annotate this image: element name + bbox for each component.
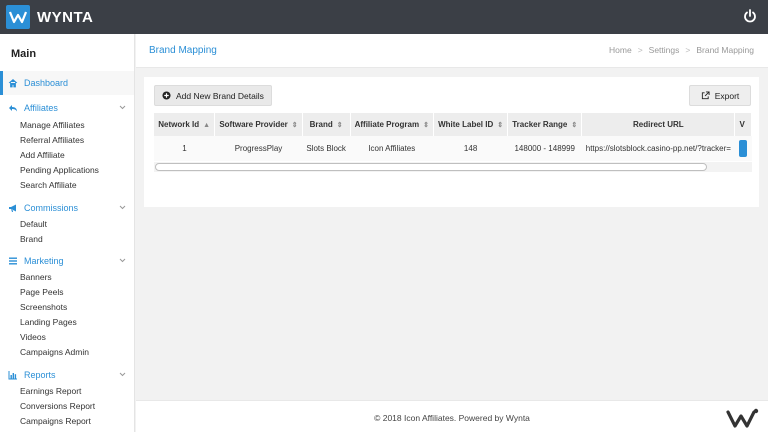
col-network-id[interactable]: Network Id ▲ xyxy=(154,113,216,136)
cell-affiliate-program: Icon Affiliates xyxy=(350,136,434,161)
section-label: Affiliates xyxy=(24,103,58,113)
sidebar: Main Dashboard Affiliates Manage Affilia… xyxy=(0,34,135,432)
column-label: Affiliate Program xyxy=(354,120,420,129)
add-brand-label: Add New Brand Details xyxy=(176,90,264,101)
sidebar-item-earnings-report[interactable]: Earnings Report xyxy=(20,385,81,397)
breadcrumb-home[interactable]: Home xyxy=(609,45,632,55)
brand-mapping-card: Add New Brand Details Export Network Id ▲… xyxy=(144,77,759,207)
column-label: Software Provider xyxy=(219,120,288,129)
row-action-button[interactable] xyxy=(738,140,747,157)
col-white-label-id[interactable]: White Label ID ⇕ xyxy=(433,113,509,136)
power-icon[interactable] xyxy=(742,8,758,24)
export-label: Export xyxy=(714,90,740,101)
section-label: Reports xyxy=(24,370,56,380)
col-affiliate-program[interactable]: Affiliate Program ⇕ xyxy=(350,113,434,136)
page-header: Brand Mapping Home > Settings > Brand Ma… xyxy=(136,34,768,68)
chevron-down-icon xyxy=(119,105,126,110)
add-brand-button[interactable]: Add New Brand Details xyxy=(154,85,272,106)
sort-icon: ⇕ xyxy=(291,122,298,129)
megaphone-icon xyxy=(9,204,16,212)
export-button[interactable]: Export xyxy=(689,85,751,106)
cell-network-id: 1 xyxy=(154,136,215,161)
sort-asc-icon: ▲ xyxy=(203,122,211,129)
sidebar-section-affiliates[interactable]: Affiliates xyxy=(8,101,130,115)
section-label: Marketing xyxy=(24,256,64,266)
sort-icon: ⇕ xyxy=(423,122,429,129)
sidebar-item-referral-affiliates[interactable]: Referral Affiliates xyxy=(20,134,84,146)
col-redirect-url[interactable]: Redirect URL xyxy=(581,113,736,136)
footer-text: © 2018 Icon Affiliates. Powered by Wynta xyxy=(374,413,530,423)
cell-action xyxy=(734,136,752,161)
cell-software-provider: ProgressPlay xyxy=(214,136,303,161)
sort-icon: ⇕ xyxy=(497,122,504,129)
sidebar-item-campaigns-report[interactable]: Campaigns Report xyxy=(20,415,91,427)
chevron-down-icon xyxy=(119,205,126,210)
top-bar: WYNTA xyxy=(0,0,768,34)
app-name: WYNTA xyxy=(37,8,94,26)
sidebar-item-manage-affiliates[interactable]: Manage Affiliates xyxy=(20,119,85,131)
wynta-logo-icon xyxy=(6,5,30,29)
sort-icon: ⇕ xyxy=(571,122,578,129)
sidebar-title: Main xyxy=(11,48,37,60)
sidebar-section-reports[interactable]: Reports xyxy=(8,368,130,382)
brand-table: Network Id ▲ Software Provider ⇕ Brand ⇕ Af… xyxy=(154,113,752,161)
sidebar-item-landing-pages[interactable]: Landing Pages xyxy=(20,316,77,328)
brand[interactable]: WYNTA xyxy=(6,5,93,29)
sidebar-section-marketing[interactable]: Marketing xyxy=(8,254,130,268)
column-label: V xyxy=(739,120,745,129)
chevron-down-icon xyxy=(119,258,126,263)
col-software-provider[interactable]: Software Provider ⇕ xyxy=(214,113,303,136)
home-icon xyxy=(8,78,18,88)
cell-brand: Slots Block xyxy=(302,136,351,161)
sidebar-item-add-affiliate[interactable]: Add Affiliate xyxy=(20,149,65,161)
breadcrumb: Home > Settings > Brand Mapping xyxy=(609,45,754,55)
sidebar-item-conversions-report[interactable]: Conversions Report xyxy=(20,400,95,412)
table-scrollbar[interactable] xyxy=(154,162,752,172)
list-icon xyxy=(9,257,17,265)
column-label: Redirect URL xyxy=(633,120,684,129)
sidebar-item-search-affiliate[interactable]: Search Affiliate xyxy=(20,179,77,191)
sidebar-item-campaigns-admin[interactable]: Campaigns Admin xyxy=(20,346,89,358)
section-label: Commissions xyxy=(24,203,79,213)
column-label: Brand xyxy=(309,120,333,129)
external-link-icon xyxy=(701,91,710,100)
col-brand[interactable]: Brand ⇕ xyxy=(302,113,351,136)
breadcrumb-settings[interactable]: Settings xyxy=(649,45,680,55)
wynta-footer-logo-icon xyxy=(726,408,759,428)
sidebar-item-videos[interactable]: Videos xyxy=(20,331,46,343)
chevron-down-icon xyxy=(119,372,126,377)
col-v[interactable]: V xyxy=(734,113,752,136)
column-label: White Label ID xyxy=(438,120,494,129)
cell-redirect-url: https://slotsblock.casino-pp.net/?tracke… xyxy=(581,136,735,161)
sidebar-item-screenshots[interactable]: Screenshots xyxy=(20,301,67,313)
cell-tracker-range: 148000 - 148999 xyxy=(507,136,582,161)
sidebar-section-commissions[interactable]: Commissions xyxy=(8,201,130,215)
sidebar-item-brand[interactable]: Brand xyxy=(20,233,43,245)
sidebar-item-pending-applications[interactable]: Pending Applications xyxy=(20,164,99,176)
breadcrumb-separator-icon: > xyxy=(637,45,643,55)
breadcrumb-current: Brand Mapping xyxy=(696,45,754,55)
table-header-row: Network Id ▲ Software Provider ⇕ Brand ⇕ Af… xyxy=(154,113,752,136)
plus-circle-icon xyxy=(162,91,171,100)
reply-arrow-icon xyxy=(9,105,17,112)
bar-chart-icon xyxy=(8,371,17,380)
col-tracker-range[interactable]: Tracker Range ⇕ xyxy=(507,113,583,136)
dashboard-label: Dashboard xyxy=(24,78,69,88)
sort-icon: ⇕ xyxy=(336,122,343,129)
column-label: Tracker Range xyxy=(512,120,568,129)
dashboard-link[interactable]: Dashboard xyxy=(8,76,130,90)
sidebar-item-default[interactable]: Default xyxy=(20,218,47,230)
footer: © 2018 Icon Affiliates. Powered by Wynta xyxy=(136,400,768,432)
column-label: Network Id xyxy=(158,120,200,129)
table-row: 1 ProgressPlay Slots Block Icon Affiliat… xyxy=(154,136,752,161)
sidebar-item-page-peels[interactable]: Page Peels xyxy=(20,286,63,298)
cell-white-label-id: 148 xyxy=(433,136,508,161)
scrollbar-thumb[interactable] xyxy=(155,163,707,171)
sidebar-item-banners[interactable]: Banners xyxy=(20,271,52,283)
page-title: Brand Mapping xyxy=(149,45,217,56)
breadcrumb-separator-icon: > xyxy=(685,45,691,55)
